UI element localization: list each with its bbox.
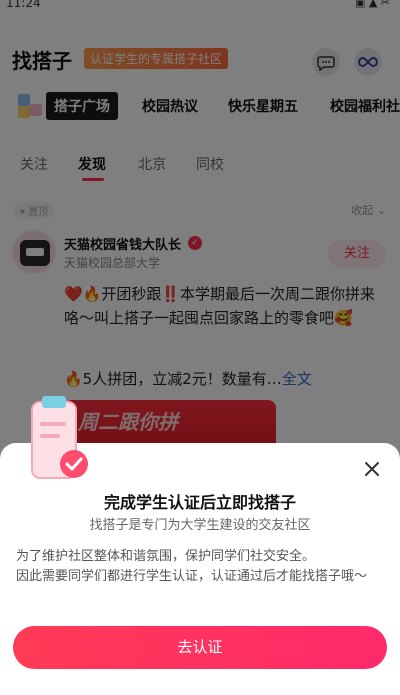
sheet-title: 完成学生认证后立即找搭子 [103,493,296,512]
close-icon[interactable] [364,461,380,477]
sheet-desc-line: 为了维护社区整体和谐氛围，保护同学们社交安全。 [16,549,316,564]
sheet-subtitle: 找搭子是专门为大学生建设的交友社区 [89,518,311,533]
sheet-description: 为了维护社区整体和谐氛围，保护同学们社交安全。 因此需要同学们都进行学生认证，认… [16,547,386,587]
sheet-desc-line: 因此需要同学们都进行学生认证，认证通过后才能找搭子哦～ [16,569,368,584]
verify-button[interactable]: 去认证 [13,626,387,669]
clipboard-check-icon [28,392,98,484]
